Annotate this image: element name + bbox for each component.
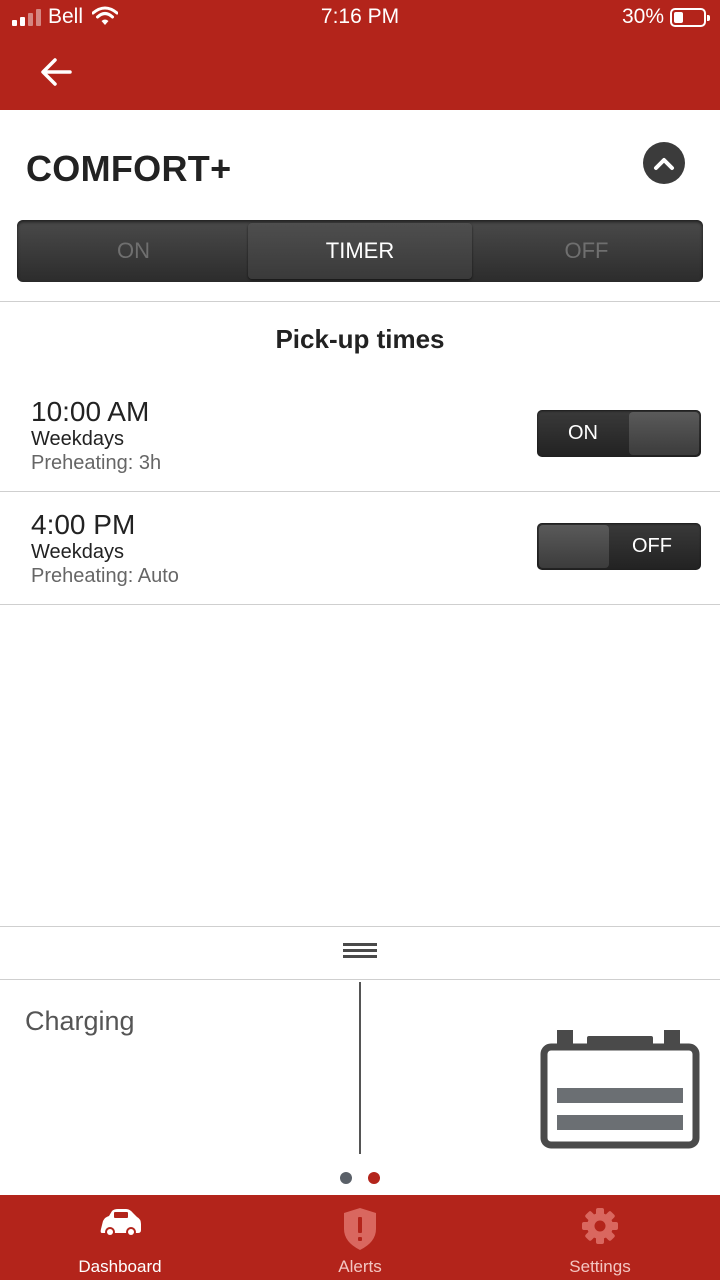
- car-icon: [100, 1209, 141, 1237]
- status-clock: 7:16 PM: [320, 5, 400, 28]
- tab-label: Settings: [569, 1257, 631, 1276]
- car-battery-icon: [540, 1030, 700, 1149]
- tab-alerts[interactable]: Alerts: [240, 1195, 480, 1280]
- drawer-handle-icon[interactable]: [340, 940, 380, 962]
- comfort-settings-screen: Bell 7:16 PM 30% COMFORT+ ON TIMER OFF P…: [0, 0, 720, 1280]
- status-bar: Bell 7:16 PM 30%: [0, 0, 720, 36]
- bottom-tab-bar: Dashboard Alerts Settings: [0, 1195, 720, 1280]
- back-arrow-icon: [41, 58, 72, 86]
- battery-icon: [670, 8, 710, 27]
- pickup-toggle[interactable]: OFF: [537, 523, 701, 570]
- page-indicator: [0, 1172, 720, 1184]
- tab-dashboard[interactable]: Dashboard: [0, 1195, 240, 1280]
- pickup-time: 4:00 PM: [31, 509, 136, 540]
- back-button[interactable]: [36, 54, 76, 90]
- mode-segmented-control: ON TIMER OFF: [17, 220, 703, 282]
- pickup-preheating: Preheating: Auto: [31, 565, 179, 587]
- gear-icon: [582, 1208, 618, 1244]
- divider: [0, 979, 720, 980]
- shield-alert-icon: [344, 1208, 376, 1250]
- panel-divider: [359, 982, 361, 1154]
- page-dot[interactable]: [340, 1172, 352, 1184]
- divider: [0, 491, 720, 492]
- pickup-time: 10:00 AM: [31, 396, 150, 427]
- pickup-preheating: Preheating: 3h: [31, 452, 162, 474]
- collapse-button[interactable]: [643, 142, 685, 184]
- tab-settings[interactable]: Settings: [480, 1195, 720, 1280]
- page-dot-active[interactable]: [368, 1172, 380, 1184]
- tab-label: Alerts: [338, 1257, 382, 1276]
- divider: [0, 926, 720, 927]
- mode-on-segment[interactable]: ON: [19, 223, 248, 279]
- pickup-time-row[interactable]: 4:00 PM Weekdays Preheating: Auto OFF: [0, 493, 720, 605]
- mode-timer-segment[interactable]: TIMER: [248, 223, 472, 279]
- pickup-toggle[interactable]: ON: [537, 410, 701, 457]
- chevron-up-icon: [654, 158, 674, 170]
- divider: [0, 301, 720, 302]
- divider: [0, 604, 720, 605]
- toggle-label: ON: [568, 422, 598, 444]
- pickup-days: Weekdays: [31, 541, 125, 563]
- pickup-time-row[interactable]: 10:00 AM Weekdays Preheating: 3h ON: [0, 380, 720, 492]
- page-title: COMFORT+: [26, 148, 232, 189]
- toggle-label: OFF: [632, 535, 672, 557]
- battery-percent: 30%: [621, 5, 664, 28]
- section-title: Pick-up times: [275, 324, 445, 354]
- mode-off-segment[interactable]: OFF: [472, 223, 701, 279]
- app-header: Bell 7:16 PM 30%: [0, 0, 720, 110]
- tab-label: Dashboard: [78, 1257, 162, 1276]
- pickup-days: Weekdays: [31, 428, 125, 450]
- charging-label: Charging: [25, 1006, 135, 1036]
